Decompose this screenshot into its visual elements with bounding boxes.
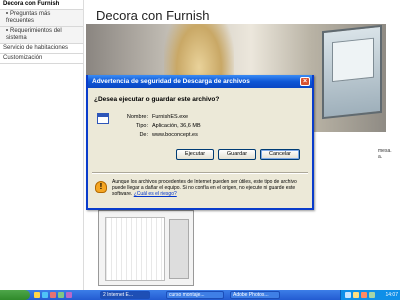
- laptop-shape: [322, 24, 382, 120]
- task-internet-explorer[interactable]: 2 Internet E...: [100, 291, 150, 299]
- tray-icon[interactable]: [353, 292, 359, 298]
- cancel-button[interactable]: Cancelar: [260, 149, 300, 160]
- from-value: www.boconcept.es: [152, 132, 198, 138]
- quicklaunch-icon[interactable]: [66, 292, 72, 298]
- save-button[interactable]: Guardar: [218, 149, 256, 160]
- screen: Decora con Furnish Preguntas más frecuen…: [0, 0, 400, 300]
- warning-message: Aunque los archivos procedentes de Inter…: [112, 179, 307, 198]
- sidebar-item-faq[interactable]: Preguntas más frecuentes: [0, 10, 83, 27]
- close-icon: ×: [302, 78, 308, 85]
- task-curso-montaje[interactable]: curso montaje...: [166, 291, 224, 299]
- name-label: Nombre:: [126, 114, 148, 120]
- side-text-line-2: a.: [378, 154, 383, 160]
- bullet-icon: [6, 12, 8, 15]
- sidebar-item-customization[interactable]: Customización: [0, 54, 83, 64]
- risk-link[interactable]: ¿Cuál es el riesgo?: [134, 191, 177, 197]
- run-button[interactable]: Ejecutar: [176, 149, 214, 160]
- tray-icon[interactable]: [345, 292, 351, 298]
- sidebar-item-decora[interactable]: Decora con Furnish: [0, 0, 83, 10]
- application-icon: [97, 113, 109, 124]
- sidebar-item-label: Requerimientos del sistema: [6, 28, 62, 41]
- task-adobe-photoshop[interactable]: Adobe Photos...: [230, 291, 280, 299]
- close-button[interactable]: ×: [300, 77, 310, 86]
- bullet-icon: [6, 29, 8, 32]
- thumbnail-panel: [169, 219, 189, 279]
- dialog-question: ¿Desea ejecutar o guardar este archivo?: [94, 96, 220, 103]
- quicklaunch-icon[interactable]: [34, 292, 40, 298]
- security-warning-dialog: Advertencia de seguridad de Descarga de …: [86, 75, 314, 210]
- tray-icon[interactable]: [361, 292, 367, 298]
- dialog-titlebar[interactable]: Advertencia de seguridad de Descarga de …: [88, 75, 312, 88]
- thumbnail-canvas: [105, 217, 165, 281]
- app-thumbnail: [98, 210, 194, 286]
- sidebar-item-room-service[interactable]: Servicio de habitaciones: [0, 44, 83, 54]
- dialog-separator: [92, 172, 308, 174]
- quicklaunch-icon[interactable]: [50, 292, 56, 298]
- sidebar-item-requirements[interactable]: Requerimientos del sistema: [0, 27, 83, 44]
- warning-shield-icon: !: [95, 181, 107, 193]
- quicklaunch-icon[interactable]: [42, 292, 48, 298]
- start-button[interactable]: [0, 290, 30, 300]
- sidebar-item-label: Preguntas más frecuentes: [6, 11, 51, 24]
- quicklaunch-icon[interactable]: [58, 292, 64, 298]
- tray-icon[interactable]: [369, 292, 375, 298]
- dialog-title: Advertencia de seguridad de Descarga de …: [92, 78, 250, 85]
- taskbar: 2 Internet E... curso montaje... Adobe P…: [0, 290, 400, 300]
- name-value: FurnishES.exe: [152, 114, 189, 120]
- from-label: De:: [139, 132, 148, 138]
- system-tray: 14:07: [340, 290, 400, 300]
- type-label: Tipo:: [135, 123, 148, 129]
- laptop-screen: [332, 37, 374, 83]
- clock: 14:07: [385, 292, 398, 298]
- sidebar: Decora con Furnish Preguntas más frecuen…: [0, 0, 84, 290]
- page-title: Decora con Furnish: [96, 8, 210, 23]
- type-value: Aplicación, 36,6 MB: [152, 123, 201, 129]
- side-text: mesa. a.: [378, 148, 392, 160]
